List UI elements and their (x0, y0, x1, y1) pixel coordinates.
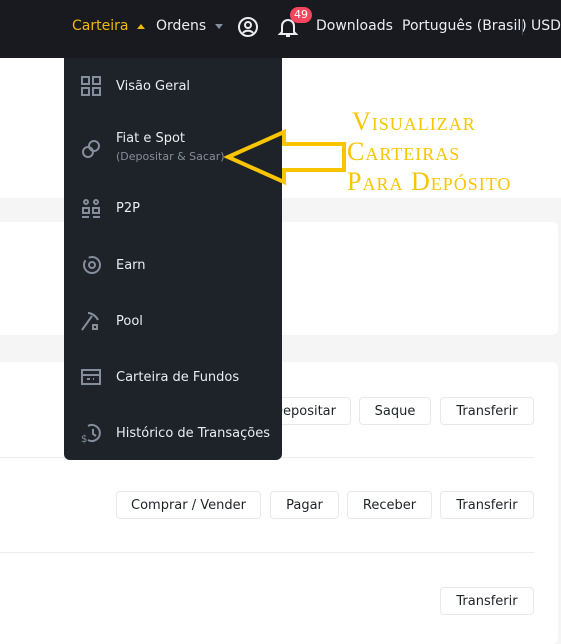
caret-down-icon (215, 23, 224, 29)
menu-item-label: Visão Geral (116, 78, 191, 94)
menu-item-label: Carteira de Fundos (116, 369, 240, 385)
menu-item-label: Histórico de Transações (116, 425, 270, 441)
divider (0, 552, 534, 553)
menu-item-label: Pool (116, 313, 143, 329)
pickaxe-icon (81, 312, 99, 331)
wallet-menu[interactable]: Carteira (72, 18, 146, 34)
arrow-left-annotation-icon (224, 128, 346, 186)
menu-item-earn[interactable]: Earn (64, 254, 282, 276)
pay-button[interactable]: Pagar (270, 491, 339, 519)
menu-item-pool[interactable]: Pool (64, 310, 282, 332)
notification-badge: 49 (290, 7, 312, 23)
top-nav: Carteira Ordens 49 Downloads Português (… (0, 0, 561, 58)
divider (522, 19, 523, 35)
wallet-dropdown: Visão Geral Fiat e Spot (Depositar & Sac… (64, 58, 282, 460)
history-icon: $ (81, 424, 101, 444)
menu-item-overview[interactable]: Visão Geral (64, 75, 282, 97)
wallet-label: Carteira (72, 18, 129, 34)
downloads-link[interactable]: Downloads (316, 18, 393, 34)
card-icon (81, 369, 101, 385)
fiat-spot-icon (82, 140, 100, 158)
orders-menu[interactable]: Ordens (156, 18, 224, 34)
language-selector[interactable]: Português (Brasil) (402, 18, 527, 34)
buy-sell-button[interactable]: Comprar / Vender (116, 491, 261, 519)
transfer-button[interactable]: Transferir (440, 397, 534, 425)
user-icon[interactable] (237, 16, 259, 38)
earn-icon (83, 256, 101, 274)
menu-item-p2p[interactable]: P2P (64, 197, 282, 219)
menu-item-sublabel: (Depositar & Sacar) (116, 150, 225, 163)
annotation-text: Visualizar (352, 107, 476, 136)
menu-item-label: Earn (116, 257, 146, 273)
menu-item-label: P2P (116, 200, 140, 216)
withdraw-button[interactable]: Saque (359, 397, 431, 425)
menu-item-funding-wallet[interactable]: Carteira de Fundos (64, 366, 282, 388)
transfer-button[interactable]: Transferir (440, 491, 534, 519)
caret-up-icon (137, 23, 146, 29)
svg-text:$: $ (81, 434, 87, 444)
orders-label: Ordens (156, 18, 207, 34)
currency-selector[interactable]: USD (531, 18, 561, 34)
menu-item-label: Fiat e Spot (116, 131, 186, 146)
annotation-text: Para Depósito (347, 167, 512, 196)
menu-item-transaction-history[interactable]: $ Histórico de Transações (64, 422, 282, 444)
grid-icon (81, 76, 101, 96)
annotation-text: Carteiras (347, 137, 461, 166)
p2p-icon (82, 199, 100, 218)
receive-button[interactable]: Receber (347, 491, 432, 519)
transfer-button[interactable]: Transferir (440, 587, 534, 615)
